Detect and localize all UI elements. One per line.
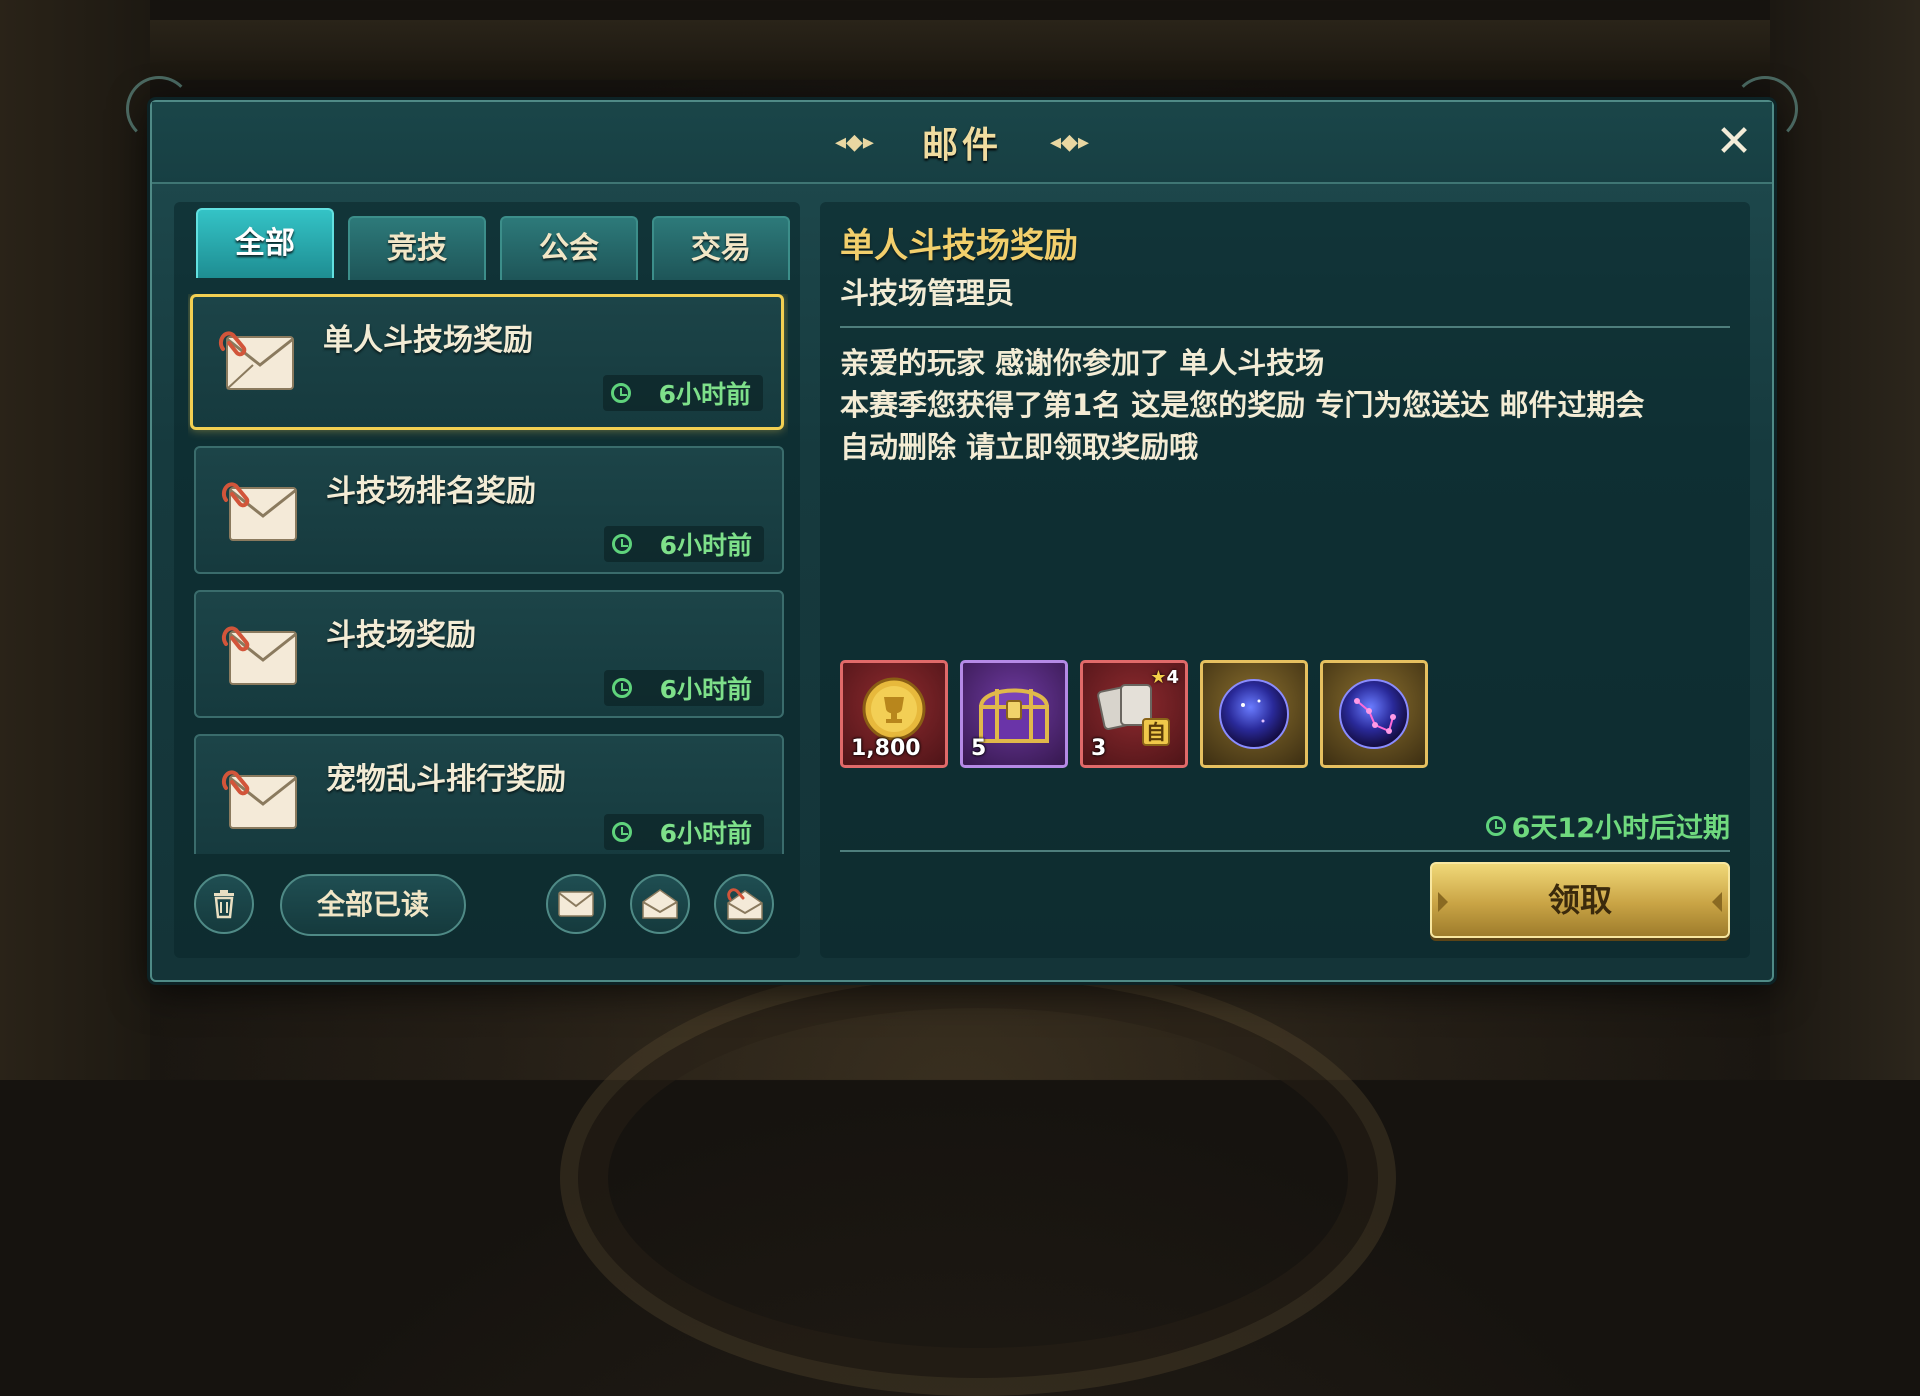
reward-item[interactable]: 1,800 xyxy=(840,660,948,768)
expire-text: 6天12小时后过期 xyxy=(1511,813,1730,844)
mail-time-text: 6小时前 xyxy=(659,531,752,560)
tab-trade[interactable]: 交易 xyxy=(652,216,790,280)
nebula-orb-icon xyxy=(1219,679,1289,749)
tab-arena[interactable]: 竞技 xyxy=(348,216,486,280)
mail-body: 亲爱的玩家 感谢你参加了 单人斗技场 本赛季您获得了第1名 这是您的奖励 专门为… xyxy=(840,342,1730,468)
envelope-attachment-icon xyxy=(218,331,294,390)
tab-guild[interactable]: 公会 xyxy=(500,216,638,280)
clock-icon xyxy=(611,822,632,842)
mail-time: 6小时前 xyxy=(603,526,764,562)
mail-body-line: 自动删除 请立即领取奖励哦 xyxy=(840,430,1199,464)
mail-time: 6小时前 xyxy=(602,375,763,411)
reward-item[interactable] xyxy=(1200,660,1308,768)
mail-sender: 斗技场管理员 xyxy=(840,276,1015,310)
envelope-attachment-icon xyxy=(221,482,297,541)
background-wall-left xyxy=(0,0,150,1080)
mail-list-item[interactable]: 斗技场奖励 6小时前 xyxy=(194,590,784,718)
filter-read-button[interactable] xyxy=(630,874,690,934)
divider xyxy=(840,326,1730,328)
clock-icon xyxy=(611,534,632,554)
mail-list-item[interactable]: 单人斗技场奖励 6小时前 xyxy=(190,294,784,430)
envelope-attachment-icon xyxy=(221,770,297,829)
reward-item[interactable] xyxy=(1320,660,1428,768)
star-icon: ★ xyxy=(1150,667,1167,688)
clock-icon xyxy=(611,678,632,698)
reward-item[interactable]: 5 xyxy=(960,660,1068,768)
mark-all-read-button[interactable]: 全部已读 xyxy=(280,874,466,936)
mail-title: 单人斗技场奖励 xyxy=(323,323,533,358)
delete-button[interactable] xyxy=(194,874,254,934)
tab-all[interactable]: 全部 xyxy=(196,208,334,278)
filter-unread-button[interactable] xyxy=(546,874,606,934)
title-ornament-left-icon: ◂◆▸ xyxy=(834,129,874,155)
mail-list[interactable]: 单人斗技场奖励 6小时前 斗技场排名奖励 6小时前 斗技场奖励 6小时前 宠物乱… xyxy=(188,294,788,854)
expire-info: 6天12小时后过期 xyxy=(1485,806,1730,845)
mail-list-item[interactable]: 宠物乱斗排行奖励 6小时前 xyxy=(194,734,784,854)
reward-count: 3 xyxy=(1091,736,1107,761)
mail-list-item[interactable]: 斗技场排名奖励 6小时前 xyxy=(194,446,784,574)
envelope-attachment-icon xyxy=(221,626,297,685)
background-beam xyxy=(0,20,1920,80)
reward-item[interactable]: 自 ★4 3 xyxy=(1080,660,1188,768)
dialog-title: 邮件 xyxy=(921,125,1002,166)
mail-title: 宠物乱斗排行奖励 xyxy=(326,762,566,797)
mail-body-line: 亲爱的玩家 感谢你参加了 单人斗技场 xyxy=(840,346,1325,380)
reward-list: 1,800 5 自 ★4 3 xyxy=(840,660,1428,768)
reward-badge: 自 xyxy=(1146,720,1166,744)
mail-title: 斗技场奖励 xyxy=(326,618,476,653)
background-floor-ornament xyxy=(560,960,1396,1396)
reward-star-level: ★4 xyxy=(1150,667,1179,688)
mail-title: 斗技场排名奖励 xyxy=(326,474,536,509)
mail-body-line: 本赛季您获得了第1名 这是您的奖励 专门为您送达 邮件过期会 xyxy=(840,388,1645,422)
reward-count: 5 xyxy=(971,736,987,761)
mail-tabs: 全部 竞技 公会 交易 xyxy=(196,208,790,282)
mail-time-text: 6小时前 xyxy=(658,380,751,409)
envelope-open-icon xyxy=(642,889,678,919)
mail-detail-panel: 单人斗技场奖励 斗技场管理员 亲爱的玩家 感谢你参加了 单人斗技场 本赛季您获得… xyxy=(820,202,1750,958)
divider xyxy=(840,850,1730,852)
clock-icon xyxy=(610,383,631,403)
mail-list-footer: 全部已读 xyxy=(194,874,784,942)
trash-icon xyxy=(214,890,234,919)
background-wall-right xyxy=(1770,0,1920,1080)
claim-all-button[interactable] xyxy=(714,874,774,934)
title-ornament-right-icon: ◂◆▸ xyxy=(1050,129,1090,155)
close-button[interactable]: ✕ xyxy=(1710,118,1758,166)
mail-time-text: 6小时前 xyxy=(659,675,752,704)
envelope-closed-icon xyxy=(558,891,594,917)
mail-dialog: ◂◆▸ 邮件 ◂◆▸ ✕ 全部 竞技 公会 交易 单人斗技场奖励 6小时前 斗技… xyxy=(126,76,1798,982)
mail-time: 6小时前 xyxy=(603,814,764,850)
mail-time: 6小时前 xyxy=(603,670,764,706)
dialog-header: ◂◆▸ 邮件 ◂◆▸ ✕ xyxy=(126,76,1798,184)
constellation-orb-icon xyxy=(1339,679,1409,749)
mail-time-text: 6小时前 xyxy=(659,819,752,848)
envelope-attachment-icon xyxy=(727,888,763,920)
claim-button[interactable]: 领取 xyxy=(1430,862,1730,938)
clock-icon xyxy=(1485,815,1506,836)
mail-detail-title: 单人斗技场奖励 xyxy=(840,226,1078,266)
mail-list-panel: 全部 竞技 公会 交易 单人斗技场奖励 6小时前 斗技场排名奖励 6小时前 斗技… xyxy=(174,202,800,958)
reward-count: 1,800 xyxy=(851,736,921,761)
